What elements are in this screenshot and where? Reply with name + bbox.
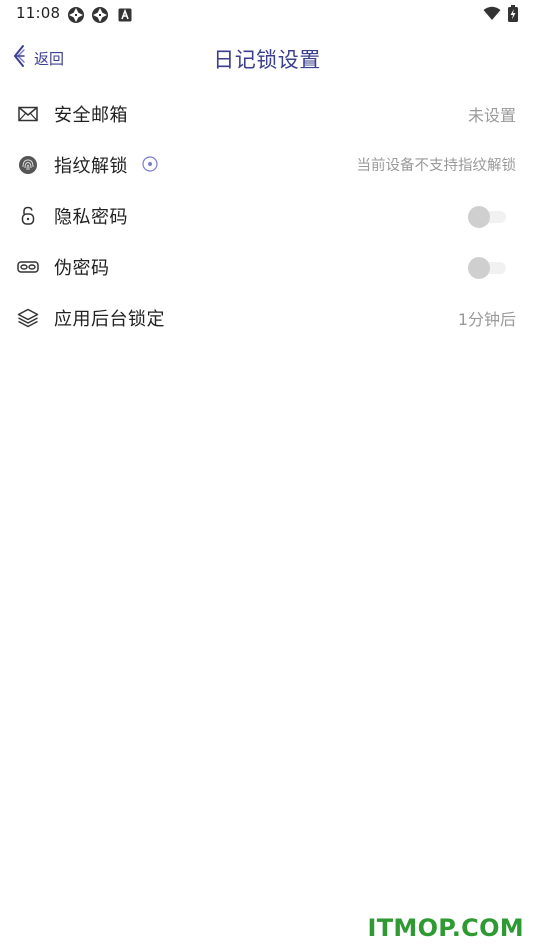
mail-icon bbox=[17, 103, 39, 125]
toggle-knob bbox=[468, 256, 490, 279]
row-label: 安全邮箱 bbox=[54, 104, 128, 126]
settings-row-fingerprint-unlock[interactable]: 指纹解锁 当前设备不支持指纹解锁 bbox=[0, 139, 534, 190]
keyboard-a-icon bbox=[118, 7, 132, 26]
layers-icon bbox=[17, 307, 39, 329]
wifi-icon bbox=[483, 6, 501, 25]
privacy-password-toggle[interactable] bbox=[468, 205, 506, 228]
fingerprint-icon bbox=[17, 154, 39, 176]
row-label: 隐私密码 bbox=[54, 206, 128, 228]
row-value: 当前设备不支持指纹解锁 bbox=[356, 158, 517, 174]
status-bar: 11:08 bbox=[0, 0, 534, 28]
page-title: 日记锁设置 bbox=[213, 48, 321, 72]
row-value: 未设置 bbox=[467, 105, 516, 125]
settings-row-fake-password[interactable]: 伪密码 bbox=[0, 241, 534, 292]
settings-row-background-lock[interactable]: 应用后台锁定 1分钟后 bbox=[0, 292, 534, 343]
settings-list: 安全邮箱 未设置 指纹解锁 当前设备不支持指纹解锁 隐私密码 伪密码 应用后台锁… bbox=[0, 88, 534, 343]
info-circle-icon[interactable] bbox=[142, 156, 158, 172]
row-value: 1分钟后 bbox=[457, 309, 516, 329]
mask-icon bbox=[17, 256, 39, 278]
app-notification-icon bbox=[91, 6, 109, 28]
row-label: 指纹解锁 bbox=[54, 155, 128, 177]
app-notification-icon bbox=[67, 6, 85, 28]
nav-bar: 返回 日记锁设置 bbox=[0, 36, 534, 80]
status-time: 11:08 bbox=[16, 4, 61, 22]
settings-row-privacy-password[interactable]: 隐私密码 bbox=[0, 190, 534, 241]
fake-password-toggle[interactable] bbox=[468, 256, 506, 279]
toggle-knob bbox=[468, 205, 490, 228]
row-label: 伪密码 bbox=[54, 257, 110, 279]
row-label: 应用后台锁定 bbox=[54, 308, 165, 330]
settings-row-safe-email[interactable]: 安全邮箱 未设置 bbox=[0, 88, 534, 139]
watermark: ITMOP.COM bbox=[367, 914, 524, 942]
lock-open-icon bbox=[17, 205, 39, 227]
battery-charging-icon bbox=[508, 5, 518, 26]
